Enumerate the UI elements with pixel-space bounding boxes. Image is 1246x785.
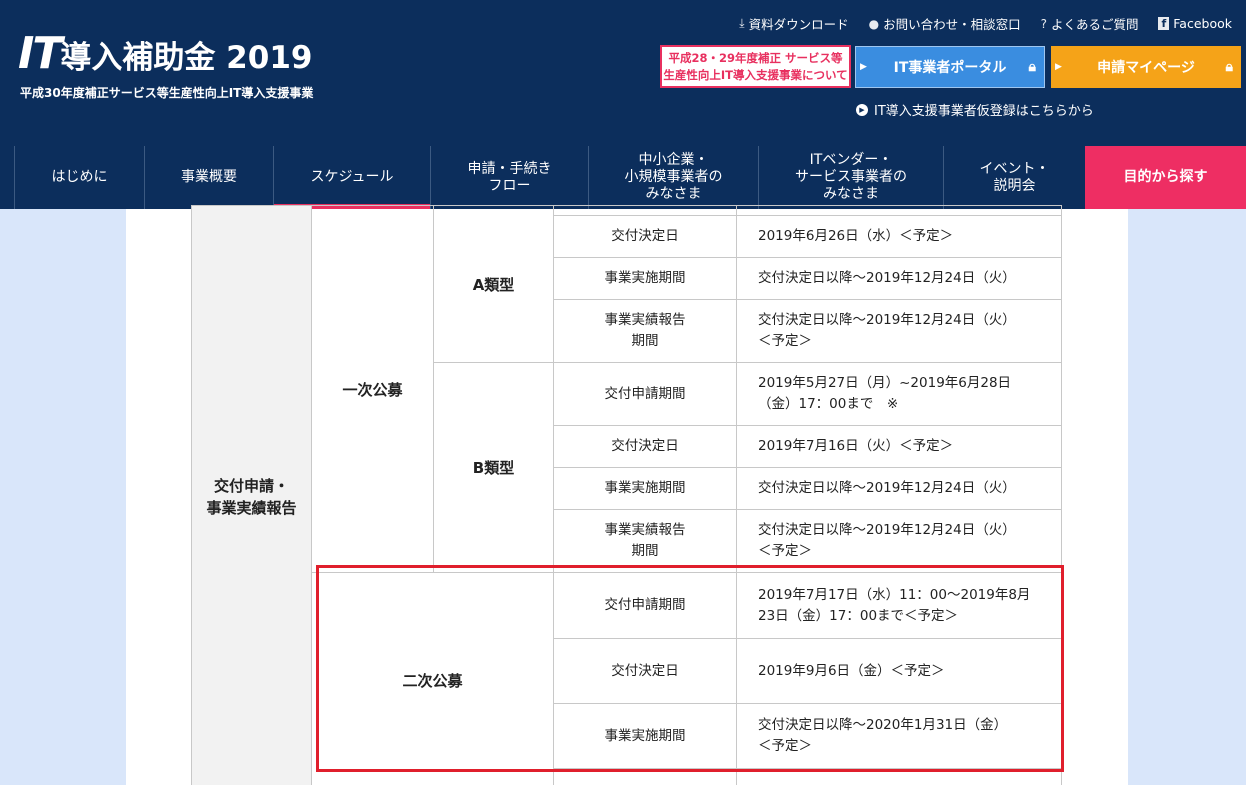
row-value: 交付決定日以降～2019年12月24日（火） ＜予定＞ bbox=[736, 299, 1062, 363]
nav-item-smb[interactable]: 中小企業・ 小規模事業者の みなさま bbox=[588, 146, 758, 209]
top-links: ⤓ 資料ダウンロード ● お問い合わせ・相談窓口 ? よくあるご質問 f Faceboo… bbox=[739, 14, 1232, 33]
previous-program-button[interactable]: 平成28・29年度補正 サービス等 生産性向上IT導入支援事業について bbox=[660, 45, 851, 88]
site-header: IT導入補助金 2019 平成30年度補正サービス等生産性向上IT導入支援事業 … bbox=[0, 0, 1246, 146]
schedule-table: 交付申請・ 事業実績報告 一次公募 A類型 交付決定日 2019年6月26日（水… bbox=[191, 205, 1062, 785]
contact-link-label: お問い合わせ・相談窓口 bbox=[883, 17, 1021, 32]
row-label: 事業実績報告 期間 bbox=[553, 299, 737, 363]
faq-link[interactable]: ? よくあるご質問 bbox=[1041, 14, 1139, 33]
category-cell: 交付申請・ 事業実績報告 bbox=[191, 205, 312, 785]
typeA-cell: A類型 bbox=[433, 205, 554, 363]
table-row: 二次公募 交付申請期間 2019年7月17日（水）11：00～2019年8月 2… bbox=[192, 572, 1062, 785]
row-label: 交付決定日 bbox=[553, 638, 737, 704]
facebook-icon: f bbox=[1158, 17, 1170, 30]
row-value: 交付決定日以降～2019年12月24日（火） bbox=[736, 467, 1062, 510]
nav-item-find-by-purpose[interactable]: 目的から探す bbox=[1085, 146, 1246, 209]
it-portal-label: IT事業者ポータル bbox=[893, 60, 1007, 76]
nav-label: 中小企業・ 小規模事業者の みなさま bbox=[624, 152, 723, 202]
table-cell bbox=[736, 768, 1062, 785]
arrow-right-icon: ▶ bbox=[1055, 62, 1062, 72]
question-icon: ? bbox=[1040, 16, 1047, 31]
row-value: 2019年9月6日（金）＜予定＞ bbox=[736, 638, 1062, 704]
promo-line1: 平成28・29年度補正 サービス等 bbox=[668, 51, 843, 65]
row-label: 事業実績報告 期間 bbox=[553, 509, 737, 573]
site-logo[interactable]: IT導入補助金 2019 bbox=[18, 32, 312, 80]
phase2-cell: 二次公募 bbox=[311, 572, 554, 785]
nav-item-overview[interactable]: 事業概要 bbox=[144, 146, 273, 209]
nav-item-intro[interactable]: はじめに bbox=[14, 146, 144, 209]
table-cell bbox=[736, 205, 1062, 216]
nav-item-flow[interactable]: 申請・手続き フロー bbox=[430, 146, 588, 209]
nav-label: 事業概要 bbox=[181, 169, 237, 185]
row-value: 2019年6月26日（水）＜予定＞ bbox=[736, 215, 1062, 258]
row-label: 事業実施期間 bbox=[553, 703, 737, 769]
download-link[interactable]: ⤓ 資料ダウンロード bbox=[739, 14, 848, 33]
person-icon: ● bbox=[868, 16, 880, 31]
nav-label: はじめに bbox=[51, 169, 108, 185]
mypage-label: 申請マイページ bbox=[1097, 60, 1195, 76]
facebook-link-label: Facebook bbox=[1173, 16, 1232, 31]
table-cell bbox=[553, 205, 737, 216]
row-value: 2019年7月16日（火）＜予定＞ bbox=[736, 425, 1062, 468]
nav-label: イベント・ 説明会 bbox=[979, 160, 1050, 194]
row-value: 2019年7月17日（水）11：00～2019年8月 23日（金）17：00まで… bbox=[736, 572, 1062, 639]
table-row: 交付申請・ 事業実績報告 一次公募 A類型 bbox=[191, 205, 1062, 785]
row-label: 交付申請期間 bbox=[553, 362, 737, 426]
contact-link[interactable]: ● お問い合わせ・相談窓口 bbox=[869, 14, 1021, 33]
logo-title-text: 導入補助金 2019 bbox=[60, 40, 313, 76]
main-nav: はじめに 事業概要 スケジュール 申請・手続き フロー 中小企業・ 小規模事業者… bbox=[0, 146, 1246, 209]
row-label: 事業実施期間 bbox=[553, 467, 737, 510]
typeB-cell: B類型 bbox=[433, 362, 554, 573]
logo-it-text: IT bbox=[18, 28, 62, 79]
table-cell bbox=[553, 768, 737, 785]
phase1-cell: 一次公募 bbox=[311, 205, 434, 573]
application-mypage-button[interactable]: ▶ 申請マイページ 🔒︎ bbox=[1051, 46, 1241, 88]
it-vendor-portal-button[interactable]: ▶ IT事業者ポータル 🔒︎ bbox=[855, 46, 1045, 88]
nav-label: ITベンダー・ サービス事業者の みなさま bbox=[795, 152, 907, 202]
promo-line2: 生産性向上IT導入支援事業について bbox=[663, 68, 848, 82]
row-label: 交付決定日 bbox=[553, 215, 737, 258]
nav-item-schedule[interactable]: スケジュール bbox=[273, 146, 430, 209]
row-label: 交付決定日 bbox=[553, 425, 737, 468]
row-label: 事業実施期間 bbox=[553, 257, 737, 300]
download-link-label: 資料ダウンロード bbox=[748, 17, 849, 32]
row-label: 交付申請期間 bbox=[553, 572, 737, 639]
lock-icon: 🔒︎ bbox=[1225, 59, 1233, 75]
play-icon: ▶ bbox=[856, 103, 868, 116]
background-pattern bbox=[1128, 209, 1246, 785]
row-value: 交付決定日以降～2019年12月24日（火） bbox=[736, 257, 1062, 300]
lock-icon: 🔒︎ bbox=[1028, 59, 1036, 75]
row-value: 交付決定日以降～2019年12月24日（火） ＜予定＞ bbox=[736, 509, 1062, 573]
row-value: 交付決定日以降～2020年1月31日（金） ＜予定＞ bbox=[736, 703, 1062, 769]
facebook-link[interactable]: f Facebook bbox=[1158, 14, 1232, 33]
nav-item-events[interactable]: イベント・ 説明会 bbox=[943, 146, 1085, 209]
nav-label: 申請・手続き フロー bbox=[467, 160, 552, 194]
nav-item-vendors[interactable]: ITベンダー・ サービス事業者の みなさま bbox=[758, 146, 943, 209]
vendor-registration-link[interactable]: ▶ IT導入支援事業者仮登録はこちらから bbox=[856, 100, 1094, 119]
nav-label: 目的から探す bbox=[1123, 169, 1208, 185]
download-icon: ⤓ bbox=[739, 16, 745, 30]
row-value: 2019年5月27日（月）~2019年6月28日 （金）17：00まで ※ bbox=[736, 362, 1062, 426]
arrow-right-icon: ▶ bbox=[860, 62, 867, 72]
nav-label: スケジュール bbox=[310, 169, 394, 185]
vendor-link-label: IT導入支援事業者仮登録はこちらから bbox=[874, 104, 1094, 119]
site-subtitle: 平成30年度補正サービス等生産性向上IT導入支援事業 bbox=[20, 86, 314, 100]
faq-link-label: よくあるご質問 bbox=[1050, 17, 1139, 32]
